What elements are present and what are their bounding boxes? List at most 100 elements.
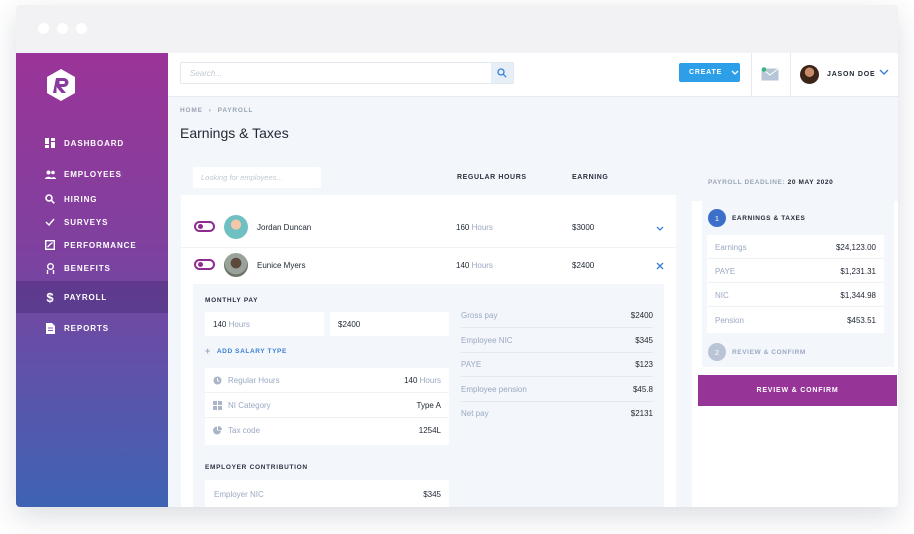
employee-table-card: Looking for employees... REGULAR HOURS E…	[181, 160, 676, 507]
avatar[interactable]	[800, 65, 819, 84]
document-icon	[44, 322, 56, 334]
sidebar-item-label: PERFORMANCE	[64, 240, 137, 250]
window-titlebar	[16, 5, 898, 53]
check-icon	[44, 216, 56, 228]
sidebar-item-payroll[interactable]: $ PAYROLL	[16, 281, 168, 313]
table-row[interactable]: Eunice Myers 140 Hours $2400	[181, 246, 676, 284]
top-bar: Search... CREATE JASON DOE	[168, 53, 898, 97]
search-input[interactable]: Search...	[190, 69, 222, 78]
earnings-row: PAYE $1,231.31	[707, 259, 884, 283]
sidebar-item-label: BENEFITS	[64, 263, 111, 273]
sidebar-item-reports[interactable]: REPORTS	[16, 316, 168, 340]
topbar-divider	[790, 53, 791, 97]
search-icon	[44, 193, 56, 205]
sidebar: DASHBOARD EMPLOYEES HIRING SURVEYS PERFO…	[16, 53, 168, 507]
app-logo-icon[interactable]	[45, 68, 77, 102]
employer-nic-label: Employer NIC	[214, 490, 264, 499]
summary-row: PAYE $123	[461, 353, 653, 377]
employee-earning: $2400	[572, 261, 595, 270]
employer-contribution-title: EMPLOYER CONTRIBUTION	[205, 464, 308, 471]
chevron-down-icon[interactable]	[879, 69, 889, 76]
sidebar-item-hiring[interactable]: HIRING	[16, 187, 168, 211]
employee-hours: 160 Hours	[456, 223, 493, 232]
monthly-pay-title: MONTHLY PAY	[205, 297, 259, 304]
chevron-down-icon[interactable]	[656, 226, 664, 231]
step-2-label[interactable]: REVIEW & CONFIRM	[732, 349, 806, 356]
step-1-badge: 1	[708, 209, 726, 227]
review-confirm-button[interactable]: REVIEW & CONFIRM	[698, 375, 897, 406]
earnings-row: Pension $453.51	[715, 316, 876, 325]
info-label: Regular Hours	[228, 376, 280, 385]
breadcrumb-separator-icon: ›	[208, 107, 212, 114]
payroll-deadline: PAYROLL DEADLINE: 20 MAY 2020	[708, 179, 834, 186]
pay-info-box: Regular Hours 140 Hours NI Category Type…	[205, 368, 449, 445]
user-name[interactable]: JASON DOE	[827, 71, 875, 78]
employee-search-input[interactable]: Looking for employees...	[201, 173, 283, 182]
create-button-label: CREATE	[689, 69, 723, 76]
info-label: Tax code	[228, 426, 261, 435]
step-1-label[interactable]: EARNINGS & TAXES	[732, 215, 805, 222]
column-header-earning[interactable]: EARNING	[572, 174, 608, 181]
sidebar-item-label: EMPLOYEES	[64, 169, 122, 179]
employee-avatar	[224, 215, 248, 239]
employee-name: Jordan Duncan	[257, 223, 312, 232]
window-maximize-dot[interactable]	[76, 23, 87, 34]
summary-row: Employee NIC $345	[461, 329, 653, 353]
info-value: Type A	[416, 401, 441, 410]
employee-toggle[interactable]	[194, 221, 215, 232]
add-salary-type-link[interactable]: + ADD SALARY TYPE	[205, 346, 287, 356]
search-icon	[497, 68, 507, 78]
window-close-dot[interactable]	[38, 23, 49, 34]
payroll-deadline-header: PAYROLL DEADLINE: 20 MAY 2020	[692, 165, 898, 201]
grid-icon	[213, 401, 222, 410]
employer-nic-value: $345	[423, 490, 441, 499]
topbar-divider	[751, 53, 752, 97]
mail-icon[interactable]	[761, 67, 779, 81]
sidebar-item-label: HIRING	[64, 194, 98, 204]
sidebar-item-label: SURVEYS	[64, 217, 109, 227]
search-button[interactable]	[491, 63, 513, 83]
summary-row: Gross pay $2400	[461, 304, 653, 328]
sidebar-item-performance[interactable]: PERFORMANCE	[16, 233, 168, 257]
chart-icon	[44, 239, 56, 251]
employee-name: Eunice Myers	[257, 261, 306, 270]
pay-field[interactable]: $2400	[330, 312, 449, 336]
info-row: NI Category Type A	[205, 393, 449, 418]
employee-hours: 140 Hours	[456, 261, 493, 270]
sidebar-item-surveys[interactable]: SURVEYS	[16, 210, 168, 234]
clock-icon	[213, 376, 222, 385]
column-header-hours[interactable]: REGULAR HOURS	[457, 174, 527, 181]
earnings-row: Earnings $24,123.00	[707, 235, 884, 259]
users-icon	[44, 168, 56, 180]
dashboard-icon	[44, 137, 56, 149]
step-2-badge: 2	[708, 343, 726, 361]
sidebar-item-label: PAYROLL	[64, 292, 108, 302]
earnings-row: NIC $1,344.98	[707, 283, 884, 307]
employee-avatar	[224, 253, 248, 277]
chevron-down-icon	[731, 70, 739, 75]
employee-toggle[interactable]	[194, 259, 215, 270]
breadcrumb-home[interactable]: HOME	[180, 107, 203, 114]
sidebar-item-benefits[interactable]: BENEFITS	[16, 256, 168, 280]
steps-body: 1 EARNINGS & TAXES Earnings $24,123.00 PA…	[702, 201, 894, 367]
close-icon[interactable]	[656, 262, 664, 270]
sidebar-item-label: DASHBOARD	[64, 138, 125, 148]
breadcrumb: HOME › PAYROLL	[180, 107, 253, 114]
breadcrumb-current: PAYROLL	[217, 107, 254, 114]
employee-search-field[interactable]: Looking for employees...	[193, 167, 321, 188]
global-search[interactable]: Search...	[180, 62, 514, 84]
sidebar-item-employees[interactable]: EMPLOYEES	[16, 162, 168, 186]
summary-row: Net pay $2131	[461, 409, 653, 418]
earnings-summary-box: Earnings $24,123.00 PAYE $1,231.31 NIC $1,3…	[707, 235, 884, 333]
hours-field[interactable]: 140 Hours	[205, 312, 324, 336]
create-button[interactable]: CREATE	[679, 63, 740, 82]
info-value: 1254L	[418, 426, 441, 435]
table-row[interactable]: Jordan Duncan 160 Hours $3000	[181, 208, 676, 246]
page-title: Earnings & Taxes	[180, 125, 289, 141]
window-minimize-dot[interactable]	[57, 23, 68, 34]
info-row: Tax code 1254L	[205, 418, 449, 443]
employee-detail-panel: MONTHLY PAY 140 Hours $2400 + ADD SALARY…	[193, 284, 664, 507]
info-row: Regular Hours 140 Hours	[205, 368, 449, 393]
benefits-icon	[44, 262, 56, 274]
sidebar-item-dashboard[interactable]: DASHBOARD	[16, 131, 168, 155]
